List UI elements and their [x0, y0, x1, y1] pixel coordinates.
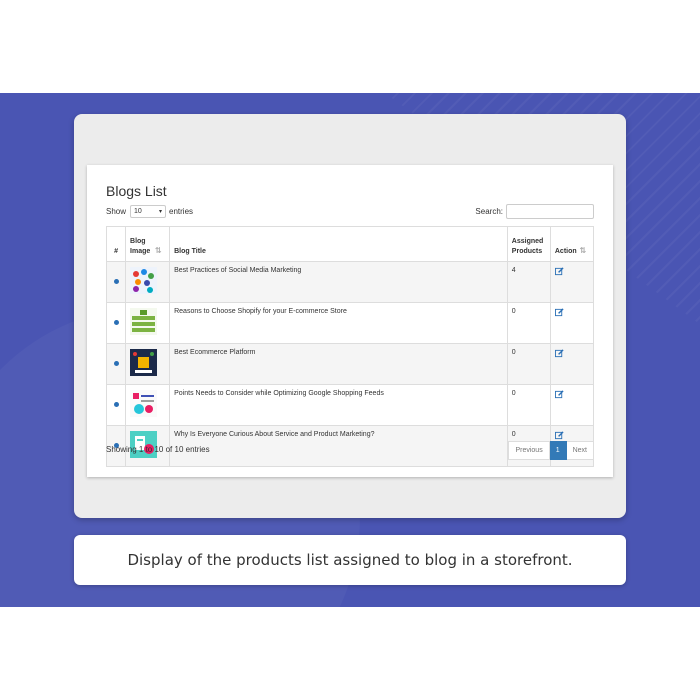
caption-text: Display of the products list assigned to…	[127, 551, 573, 569]
page-1-button[interactable]: 1	[549, 441, 567, 460]
column-header-action[interactable]: Action ⇅	[549, 226, 595, 262]
action-cell	[549, 261, 595, 303]
column-header-number[interactable]: #	[105, 226, 127, 262]
page-title: Blogs List	[106, 183, 167, 199]
entries-select-value: 10	[134, 208, 142, 215]
action-cell	[549, 302, 595, 344]
edit-icon[interactable]	[554, 390, 564, 399]
table-row: Reasons to Choose Shopify for your E-com…	[105, 302, 595, 344]
bullet-icon	[113, 320, 119, 325]
blog-image-cell	[125, 384, 171, 426]
table-info: Showing 1 to 10 of 10 entries	[106, 445, 210, 454]
previous-page-button[interactable]: Previous	[508, 441, 550, 460]
table-header-row: # Blog Image ⇅ Blog Title Assigned Produc…	[105, 226, 595, 262]
column-header-assigned-products[interactable]: Assigned Products	[506, 226, 551, 262]
entries-length-control: Show 10 ▾ entries	[106, 205, 193, 218]
row-bullet	[105, 302, 127, 344]
social-media-thumbnail-icon[interactable]	[130, 267, 158, 294]
edit-icon[interactable]	[554, 349, 564, 358]
next-page-button[interactable]: Next	[566, 441, 594, 460]
row-bullet	[105, 261, 127, 303]
assigned-products-cell: 0	[506, 384, 551, 426]
edit-icon[interactable]	[554, 308, 564, 317]
ecommerce-platform-thumbnail-icon[interactable]	[130, 349, 158, 376]
search-label: Search:	[475, 207, 503, 216]
blog-image-cell	[125, 343, 171, 385]
table-row: Points Needs to Consider while Optimizin…	[105, 384, 595, 426]
table-row: Best Ecommerce Platform 0	[105, 343, 595, 385]
sort-active-icon: ⇅	[155, 246, 162, 255]
assigned-products-cell: 0	[506, 343, 551, 385]
edit-icon[interactable]	[554, 431, 564, 440]
pagination: Previous 1 Next	[508, 441, 594, 460]
bullet-icon	[113, 279, 119, 284]
assigned-products-cell: 4	[506, 261, 551, 303]
entries-select[interactable]: 10 ▾	[130, 205, 167, 218]
column-header-blog-image[interactable]: Blog Image ⇅	[125, 226, 171, 262]
show-label: Show	[106, 207, 127, 216]
blog-image-cell	[125, 261, 171, 303]
entries-label: entries	[169, 207, 194, 216]
blog-title-cell[interactable]: Best Practices of Social Media Marketing	[169, 261, 508, 303]
sort-icon: ⇅	[579, 246, 587, 255]
action-cell	[549, 343, 595, 385]
edit-icon[interactable]	[554, 267, 564, 276]
column-header-blog-title[interactable]: Blog Title	[169, 226, 508, 262]
table-row: Best Practices of Social Media Marketing…	[105, 261, 595, 303]
blog-title-cell[interactable]: Points Needs to Consider while Optimizin…	[169, 384, 508, 426]
blogs-list-card: Blogs List Show 10 ▾ entries Search: # B…	[87, 165, 613, 477]
google-shopping-thumbnail-icon[interactable]	[130, 390, 158, 417]
search-input[interactable]	[506, 204, 594, 219]
row-bullet	[105, 343, 127, 385]
row-bullet	[105, 384, 127, 426]
blog-title-cell[interactable]: Reasons to Choose Shopify for your E-com…	[169, 302, 508, 344]
bullet-icon	[113, 361, 119, 366]
caret-down-icon: ▾	[159, 209, 163, 215]
caption-box: Display of the products list assigned to…	[74, 535, 626, 585]
bullet-icon	[113, 402, 119, 407]
blogs-table: # Blog Image ⇅ Blog Title Assigned Produc…	[105, 226, 595, 467]
search-control: Search:	[475, 204, 594, 219]
blog-title-cell[interactable]: Best Ecommerce Platform	[169, 343, 508, 385]
blog-image-cell	[125, 302, 171, 344]
action-cell	[549, 384, 595, 426]
assigned-products-cell: 0	[506, 302, 551, 344]
blog-title-cell[interactable]: Why Is Everyone Curious About Service an…	[169, 425, 508, 467]
shopify-thumbnail-icon[interactable]	[130, 308, 158, 335]
